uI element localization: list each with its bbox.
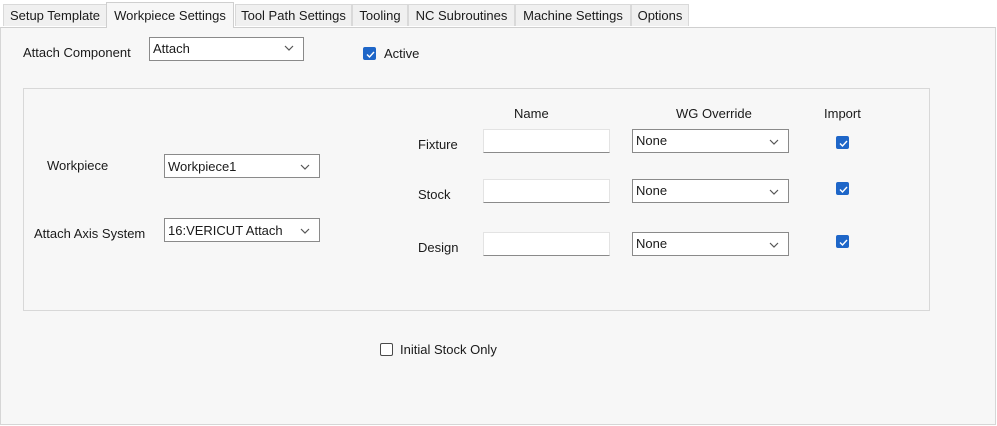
initial-stock-only-label: Initial Stock Only (400, 342, 497, 357)
stock-name-input[interactable] (483, 179, 610, 203)
tab-setup-template[interactable]: Setup Template (3, 4, 107, 26)
fixture-wg-override-select[interactable]: None (632, 129, 789, 153)
stock-import-checkbox[interactable] (836, 182, 849, 195)
workpiece-group (23, 88, 930, 311)
check-icon (366, 51, 375, 59)
stock-wg-override-select[interactable]: None (632, 179, 789, 203)
check-icon (839, 239, 848, 247)
check-icon (839, 186, 848, 194)
tab-machine-settings[interactable]: Machine Settings (515, 4, 631, 26)
design-wg-override-value: None (636, 236, 668, 251)
design-wg-override-select[interactable]: None (632, 232, 789, 256)
tab-options[interactable]: Options (631, 4, 689, 26)
chevron-down-icon (769, 242, 779, 248)
fixture-label: Fixture (418, 137, 458, 152)
tab-bar: Setup Template Workpiece Settings Tool P… (0, 0, 997, 28)
chevron-down-icon (769, 189, 779, 195)
design-import-checkbox[interactable] (836, 235, 849, 248)
fixture-wg-override-value: None (636, 133, 668, 148)
chevron-down-icon (300, 164, 310, 170)
attach-axis-system-label: Attach Axis System (34, 226, 146, 241)
tab-nc-subroutines[interactable]: NC Subroutines (408, 4, 515, 26)
initial-stock-only-checkbox[interactable] (380, 343, 393, 356)
tab-workpiece-settings[interactable]: Workpiece Settings (106, 2, 234, 28)
stock-wg-override-value: None (636, 183, 668, 198)
fixture-name-input[interactable] (483, 129, 610, 153)
column-header-import: Import (824, 106, 861, 121)
workpiece-label: Workpiece (47, 158, 109, 173)
column-header-name: Name (514, 106, 549, 121)
attach-component-value: Attach (153, 41, 190, 56)
design-label: Design (418, 240, 459, 255)
attach-component-select[interactable]: Attach (149, 37, 304, 61)
workpiece-value: Workpiece1 (168, 159, 237, 174)
column-header-wg-override: WG Override (676, 106, 752, 121)
workpiece-select[interactable]: Workpiece1 (164, 154, 320, 178)
attach-axis-system-value: 16:VERICUT Attach (168, 223, 283, 238)
check-icon (839, 140, 848, 148)
attach-component-label: Attach Component (23, 45, 131, 60)
fixture-import-checkbox[interactable] (836, 136, 849, 149)
chevron-down-icon (769, 139, 779, 145)
stock-label: Stock (418, 187, 451, 202)
chevron-down-icon (300, 228, 310, 234)
tab-tooling[interactable]: Tooling (352, 4, 408, 26)
active-label: Active (384, 46, 420, 61)
active-checkbox[interactable] (363, 47, 376, 60)
tab-tool-path-settings[interactable]: Tool Path Settings (235, 4, 352, 26)
attach-axis-system-select[interactable]: 16:VERICUT Attach (164, 218, 320, 242)
chevron-down-icon (284, 45, 294, 51)
design-name-input[interactable] (483, 232, 610, 256)
